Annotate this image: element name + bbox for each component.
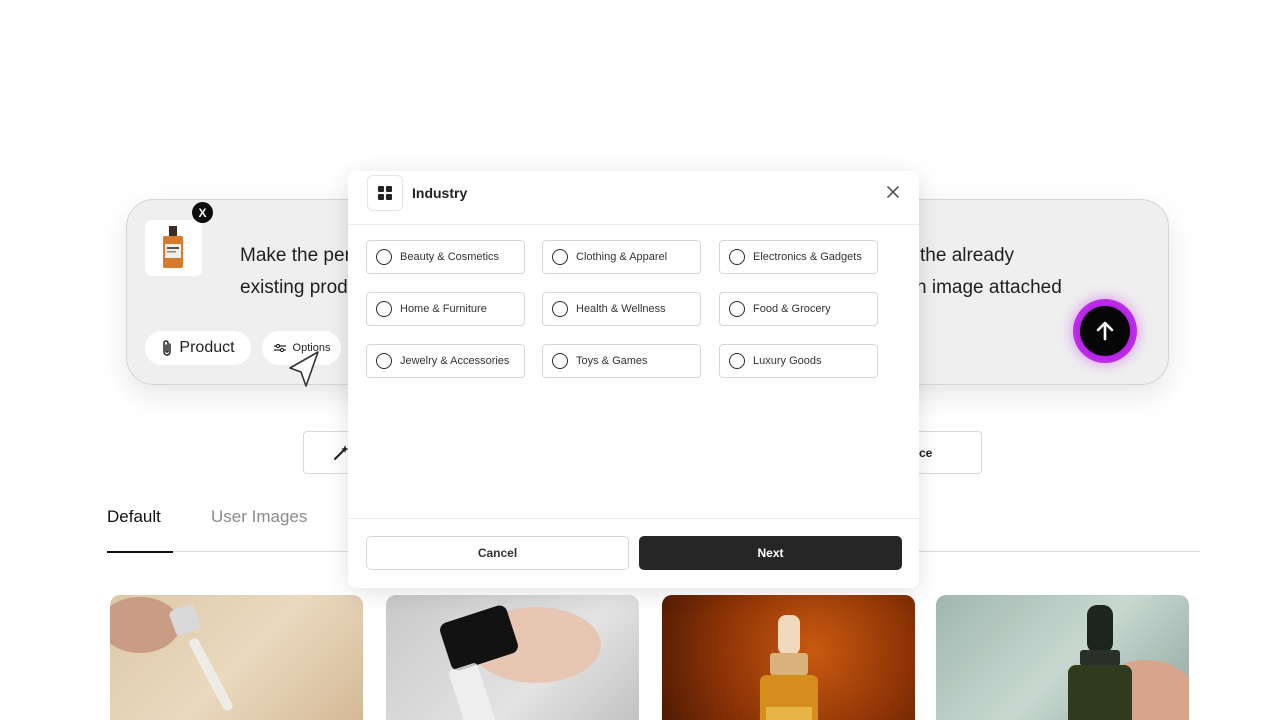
dark-bottle-photo [1068,605,1189,720]
radio-button[interactable] [729,249,745,265]
option-electronics-gadgets[interactable]: Electronics & Gadgets [719,240,878,274]
industry-modal: Industry Beauty & Cosmetics Clothing & A… [348,171,919,588]
gallery-image-dropper[interactable] [110,595,363,720]
prompt-text-line2-end[interactable]: n image attached [916,277,1062,299]
gallery-image-dark-bottle[interactable] [936,595,1189,720]
radio-button[interactable] [376,353,392,369]
next-button[interactable]: Next [639,536,902,570]
option-label: Luxury Goods [753,355,822,367]
radio-button[interactable] [552,301,568,317]
modal-header: Industry [348,171,919,225]
radio-button[interactable] [729,353,745,369]
option-health-wellness[interactable]: Health & Wellness [542,292,701,326]
product-button-label: Product [179,339,235,356]
radio-button[interactable] [729,301,745,317]
option-toys-games[interactable]: Toys & Games [542,344,701,378]
modal-title: Industry [412,185,468,201]
option-clothing-apparel[interactable]: Clothing & Apparel [542,240,701,274]
product-thumbnail [145,220,202,276]
arrow-up-icon [1096,321,1114,341]
option-label: Food & Grocery [753,303,831,315]
radio-button[interactable] [376,301,392,317]
prompt-text-line2[interactable]: existing prod [240,277,348,299]
option-label: Electronics & Gadgets [753,251,862,263]
dropper-photo [110,597,233,711]
option-beauty-cosmetics[interactable]: Beauty & Cosmetics [366,240,525,274]
gallery-image-amber-bottle[interactable] [662,595,915,720]
option-label: Clothing & Apparel [576,251,668,263]
product-button[interactable]: Product [145,331,251,365]
radio-button[interactable] [552,353,568,369]
amber-bottle-photo [760,615,818,720]
option-label: Health & Wellness [576,303,666,315]
partial-button-label: ce [919,445,933,460]
gallery-image-vial[interactable] [386,595,639,720]
close-icon[interactable] [886,185,900,199]
option-food-grocery[interactable]: Food & Grocery [719,292,878,326]
radio-button[interactable] [376,249,392,265]
paperclip-icon [163,340,172,356]
send-button[interactable] [1073,299,1137,363]
vial-photo [440,605,601,720]
grid-icon [367,175,403,211]
option-home-furniture[interactable]: Home & Furniture [366,292,525,326]
modal-footer-divider [348,518,919,519]
option-label: Beauty & Cosmetics [400,251,500,263]
option-jewelry-accessories[interactable]: Jewelry & Accessories [366,344,525,378]
remove-image-button[interactable]: X [192,202,213,223]
option-label: Toys & Games [576,355,648,367]
option-label: Jewelry & Accessories [400,355,510,367]
prompt-text-line1[interactable]: Make the per [240,245,351,267]
mouse-pointer-icon [289,351,319,387]
tab-default[interactable]: Default [107,507,161,527]
tab-user-images[interactable]: User Images [211,507,307,527]
option-luxury-goods[interactable]: Luxury Goods [719,344,878,378]
active-tab-indicator [107,551,173,553]
option-label: Home & Furniture [400,303,487,315]
serum-bottle-icon [163,226,183,268]
cancel-button[interactable]: Cancel [366,536,629,570]
sliders-icon [273,343,286,353]
radio-button[interactable] [552,249,568,265]
prompt-text-line1-end[interactable]: the already [920,245,1014,267]
